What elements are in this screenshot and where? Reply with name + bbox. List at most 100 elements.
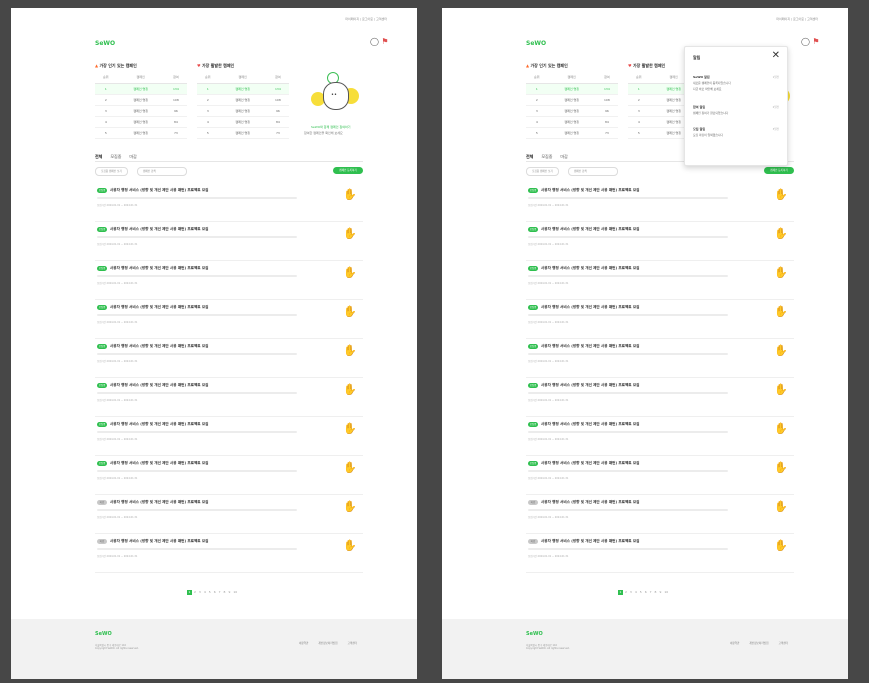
logo[interactable]: SeWO	[95, 41, 115, 47]
search-input[interactable]: 캠페인 검색	[568, 167, 618, 176]
top-nav-links[interactable]: 마이페이지 | 로그아웃 | 고객센터	[776, 18, 818, 21]
page-number[interactable]: 6	[645, 590, 647, 594]
hand-raise-icon[interactable]: ✋	[343, 462, 357, 473]
hand-raise-icon[interactable]: ✋	[774, 423, 788, 434]
bell-icon[interactable]: ⚑	[381, 38, 389, 46]
campaign-list-item[interactable]: 모집중 사용자 행정 서비스 (방향 및 개선 제안 사용 패턴) 프로젝트 모집…	[95, 378, 363, 417]
hand-raise-icon[interactable]: ✋	[774, 540, 788, 551]
footer-link-terms[interactable]: 이용약관	[299, 642, 309, 645]
page-number[interactable]: 4	[635, 590, 637, 594]
tab-recruiting[interactable]: 모집중	[541, 154, 552, 159]
hand-raise-icon[interactable]: ✋	[774, 462, 788, 473]
campaign-title[interactable]: 사용자 행정 서비스 (방향 및 개선 제안 사용 패턴) 프로젝트 모집	[110, 305, 208, 310]
ranking-row[interactable]: 1캠페인 명칭134	[95, 83, 187, 95]
ranking-row[interactable]: 1캠페인 명칭134	[197, 83, 289, 95]
search-input[interactable]: 캠페인 검색	[137, 167, 187, 176]
hand-raise-icon[interactable]: ✋	[343, 423, 357, 434]
tab-recruiting[interactable]: 모집중	[110, 154, 121, 159]
hand-raise-icon[interactable]: ✋	[343, 306, 357, 317]
hand-raise-icon[interactable]: ✋	[774, 501, 788, 512]
page-number[interactable]: 2	[625, 590, 627, 594]
tab-all[interactable]: 전체	[95, 154, 102, 159]
ranking-row[interactable]: 3캠페인 명칭96	[526, 105, 618, 117]
campaign-title[interactable]: 사용자 행정 서비스 (방향 및 개선 제안 사용 패턴) 프로젝트 모집	[541, 383, 639, 388]
ranking-row[interactable]: 5캠페인 명칭73	[95, 127, 187, 139]
ranking-row[interactable]: 4캠페인 명칭84	[95, 116, 187, 128]
campaign-list-item[interactable]: 모집중 사용자 행정 서비스 (방향 및 개선 제안 사용 패턴) 프로젝트 모집…	[526, 261, 794, 300]
page-number[interactable]: 7	[650, 590, 652, 594]
hand-raise-icon[interactable]: ✋	[343, 189, 357, 200]
hand-raise-icon[interactable]: ✋	[343, 540, 357, 551]
campaign-title[interactable]: 사용자 행정 서비스 (방향 및 개선 제안 사용 패턴) 프로젝트 모집	[110, 539, 208, 544]
ranking-row[interactable]: 5캠페인 명칭73	[197, 127, 289, 139]
hand-raise-icon[interactable]: ✋	[774, 228, 788, 239]
campaign-list-item[interactable]: 모집중 사용자 행정 서비스 (방향 및 개선 제안 사용 패턴) 프로젝트 모집…	[526, 339, 794, 378]
campaign-list-item[interactable]: 모집중 사용자 행정 서비스 (방향 및 개선 제안 사용 패턴) 프로젝트 모집…	[526, 456, 794, 495]
campaign-list-item[interactable]: 모집중 사용자 행정 서비스 (방향 및 개선 제안 사용 패턴) 프로젝트 모집…	[526, 417, 794, 456]
campaign-title[interactable]: 사용자 행정 서비스 (방향 및 개선 제안 사용 패턴) 프로젝트 모집	[110, 227, 208, 232]
campaign-title[interactable]: 사용자 행정 서비스 (방향 및 개선 제안 사용 패턴) 프로젝트 모집	[110, 266, 208, 271]
page-number[interactable]: 4	[204, 590, 206, 594]
ranking-row[interactable]: 4캠페인 명칭84	[197, 116, 289, 128]
campaign-list-item[interactable]: 마감 사용자 행정 서비스 (방향 및 개선 제안 사용 패턴) 프로젝트 모집 모…	[526, 534, 794, 573]
page-number[interactable]: 5	[640, 590, 642, 594]
hand-raise-icon[interactable]: ✋	[343, 384, 357, 395]
ranking-row[interactable]: 5캠페인 명칭73	[526, 127, 618, 139]
create-campaign-button[interactable]: 캠페인 등록하기	[764, 167, 794, 174]
hand-raise-icon[interactable]: ✋	[774, 189, 788, 200]
create-campaign-button[interactable]: 캠페인 등록하기	[333, 167, 363, 174]
notification-item[interactable]: SeWO 알림 새로운 캠페인이 등록되었습니다 지금 바로 확인해 보세요 1…	[693, 75, 779, 91]
campaign-title[interactable]: 사용자 행정 서비스 (방향 및 개선 제안 사용 패턴) 프로젝트 모집	[541, 266, 639, 271]
page-current[interactable]: 1	[187, 590, 192, 595]
ranking-row[interactable]: 3캠페인 명칭96	[197, 105, 289, 117]
hand-raise-icon[interactable]: ✋	[774, 384, 788, 395]
hand-raise-icon[interactable]: ✋	[774, 306, 788, 317]
ranking-row[interactable]: 1캠페인 명칭134	[526, 83, 618, 95]
page-number[interactable]: 9	[659, 590, 661, 594]
campaign-title[interactable]: 사용자 행정 서비스 (방향 및 개선 제안 사용 패턴) 프로젝트 모집	[110, 422, 208, 427]
footer-link-support[interactable]: 고객센터	[778, 642, 788, 645]
campaign-title[interactable]: 사용자 행정 서비스 (방향 및 개선 제안 사용 패턴) 프로젝트 모집	[110, 383, 208, 388]
tab-closed[interactable]: 마감	[129, 154, 136, 159]
page-number[interactable]: 3	[199, 590, 201, 594]
hand-raise-icon[interactable]: ✋	[343, 267, 357, 278]
ranking-row[interactable]: 3캠페인 명칭96	[95, 105, 187, 117]
ranking-row[interactable]: 2캠페인 명칭108	[95, 94, 187, 106]
campaign-title[interactable]: 사용자 행정 서비스 (방향 및 개선 제안 사용 패턴) 프로젝트 모집	[541, 461, 639, 466]
tab-closed[interactable]: 마감	[560, 154, 567, 159]
page-number[interactable]: 9	[228, 590, 230, 594]
campaign-list-item[interactable]: 모집중 사용자 행정 서비스 (방향 및 개선 제안 사용 패턴) 프로젝트 모집…	[95, 222, 363, 261]
campaign-list-item[interactable]: 마감 사용자 행정 서비스 (방향 및 개선 제안 사용 패턴) 프로젝트 모집 모…	[95, 534, 363, 573]
ranking-row[interactable]: 2캠페인 명칭108	[526, 94, 618, 106]
campaign-title[interactable]: 사용자 행정 서비스 (방향 및 개선 제안 사용 패턴) 프로젝트 모집	[541, 500, 639, 505]
chat-icon[interactable]: ◯	[370, 38, 379, 46]
hand-raise-icon[interactable]: ✋	[774, 345, 788, 356]
notification-item[interactable]: 모집 알림 모집 마감이 임박했습니다 3일전	[693, 127, 779, 137]
campaign-list-item[interactable]: 모집중 사용자 행정 서비스 (방향 및 개선 제안 사용 패턴) 프로젝트 모집…	[95, 339, 363, 378]
close-icon[interactable]: ✕	[772, 51, 780, 61]
page-number[interactable]: 8	[655, 590, 657, 594]
campaign-list-item[interactable]: 마감 사용자 행정 서비스 (방향 및 개선 제안 사용 패턴) 프로젝트 모집 모…	[95, 495, 363, 534]
campaign-title[interactable]: 사용자 행정 서비스 (방향 및 개선 제안 사용 패턴) 프로젝트 모집	[541, 305, 639, 310]
campaign-list-item[interactable]: 모집중 사용자 행정 서비스 (방향 및 개선 제안 사용 패턴) 프로젝트 모집…	[95, 183, 363, 222]
footer-link-terms[interactable]: 이용약관	[730, 642, 740, 645]
campaign-title[interactable]: 사용자 행정 서비스 (방향 및 개선 제안 사용 패턴) 프로젝트 모집	[110, 344, 208, 349]
chat-icon[interactable]: ◯	[801, 38, 810, 46]
page-number[interactable]: 5	[209, 590, 211, 594]
campaign-list-item[interactable]: 모집중 사용자 행정 서비스 (방향 및 개선 제안 사용 패턴) 프로젝트 모집…	[526, 378, 794, 417]
footer-link-privacy[interactable]: 개인정보처리방침	[318, 642, 337, 645]
page-number[interactable]: 3	[630, 590, 632, 594]
page-number[interactable]: 10	[233, 590, 237, 594]
logo[interactable]: SeWO	[526, 41, 546, 47]
ranking-row[interactable]: 2캠페인 명칭108	[197, 94, 289, 106]
page-number[interactable]: 2	[194, 590, 196, 594]
hand-raise-icon[interactable]: ✋	[343, 345, 357, 356]
status-filter[interactable]: 모집중 캠페인 보기	[526, 167, 559, 176]
campaign-title[interactable]: 사용자 행정 서비스 (방향 및 개선 제안 사용 패턴) 프로젝트 모집	[541, 227, 639, 232]
campaign-title[interactable]: 사용자 행정 서비스 (방향 및 개선 제안 사용 패턴) 프로젝트 모집	[541, 188, 639, 193]
footer-link-support[interactable]: 고객센터	[347, 642, 357, 645]
ranking-row[interactable]: 4캠페인 명칭84	[526, 116, 618, 128]
campaign-list-item[interactable]: 모집중 사용자 행정 서비스 (방향 및 개선 제안 사용 패턴) 프로젝트 모집…	[526, 222, 794, 261]
page-current[interactable]: 1	[618, 590, 623, 595]
campaign-list-item[interactable]: 모집중 사용자 행정 서비스 (방향 및 개선 제안 사용 패턴) 프로젝트 모집…	[95, 300, 363, 339]
